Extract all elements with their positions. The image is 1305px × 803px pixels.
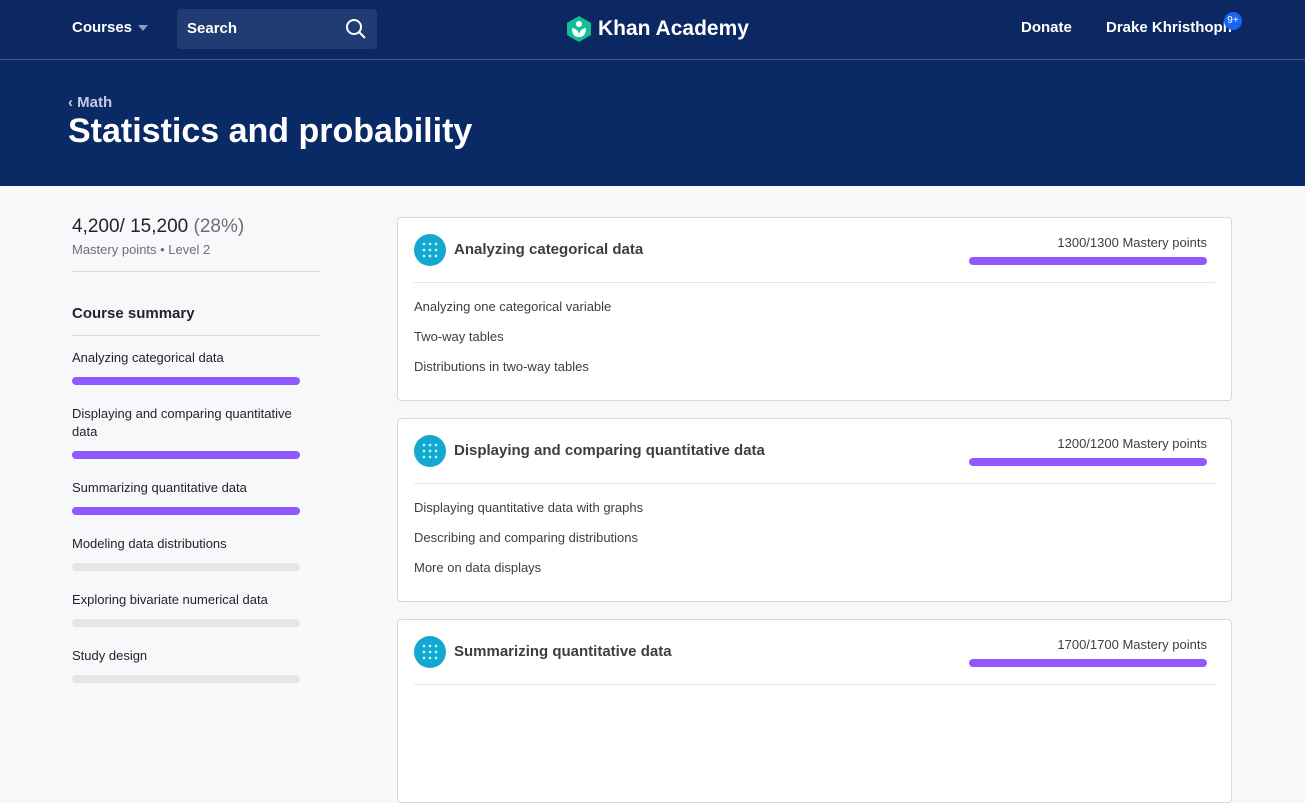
unit-mastery-points: 1300/1300 Mastery points xyxy=(1057,235,1207,250)
unit-icon xyxy=(414,435,446,467)
khan-academy-logo[interactable]: Khan Academy xyxy=(566,15,749,43)
unit-icon xyxy=(414,234,446,266)
mastery-percent: (28%) xyxy=(193,216,245,237)
sidebar: 4,200/ 15,200 (28%) Mastery points • Lev… xyxy=(72,216,320,703)
unit-progress-bar xyxy=(72,377,300,385)
mastery-level: Mastery points • Level 2 xyxy=(72,242,320,272)
unit-title[interactable]: Analyzing categorical data xyxy=(454,241,643,258)
search-icon[interactable] xyxy=(345,18,367,40)
unit-progress-bar xyxy=(969,659,1207,667)
unit-progress-bar xyxy=(72,675,300,683)
top-nav: Courses Search Khan Academy Donate Drake… xyxy=(0,0,1305,60)
user-menu[interactable]: Drake Khristhoph xyxy=(1106,19,1232,36)
unit-mastery-points: 1700/1700 Mastery points xyxy=(1057,637,1207,652)
lesson-link[interactable]: Distributions in two-way tables xyxy=(414,359,1215,389)
unit-mastery-points: 1200/1200 Mastery points xyxy=(1057,436,1207,451)
search-placeholder: Search xyxy=(187,20,238,37)
unit-progress-bar xyxy=(72,507,300,515)
unit-title[interactable]: Summarizing quantitative data xyxy=(454,643,672,660)
lesson-link[interactable]: Two-way tables xyxy=(414,329,1215,359)
unit-card: Summarizing quantitative data 1700/1700 M… xyxy=(397,619,1232,803)
hero: ‹ Math Statistics and probability xyxy=(0,60,1305,186)
unit-card: Displaying and comparing quantitative da… xyxy=(397,418,1232,602)
unit-card: Analyzing categorical data 1300/1300 Mast… xyxy=(397,217,1232,401)
lesson-link[interactable]: More on data displays xyxy=(414,560,1215,590)
lesson-link[interactable]: Displaying quantitative data with graphs xyxy=(414,500,1215,530)
lesson-link[interactable]: Describing and comparing distributions xyxy=(414,530,1215,560)
unit-progress-bar xyxy=(72,451,300,459)
sidebar-unit-link[interactable]: Modeling data distributions xyxy=(72,535,312,553)
course-summary-title: Course summary xyxy=(72,305,320,336)
courses-label: Courses xyxy=(72,19,133,36)
breadcrumb-label: Math xyxy=(77,94,113,111)
unit-icon xyxy=(414,636,446,668)
breadcrumb-back-link[interactable]: ‹ Math xyxy=(68,94,112,111)
sidebar-unit-link[interactable]: Displaying and comparing quantitative da… xyxy=(72,405,312,441)
sidebar-unit-link[interactable]: Study design xyxy=(72,647,312,665)
sidebar-unit-link[interactable]: Summarizing quantitative data xyxy=(72,479,312,497)
logo-text: Khan Academy xyxy=(598,17,749,40)
courses-menu[interactable]: Courses xyxy=(72,19,149,36)
chevron-down-icon xyxy=(138,25,149,32)
mastery-points: 4,200/ 15,200 xyxy=(72,216,189,237)
unit-title[interactable]: Displaying and comparing quantitative da… xyxy=(454,442,765,459)
search-input[interactable]: Search xyxy=(177,9,377,49)
lesson-link[interactable]: Analyzing one categorical variable xyxy=(414,299,1215,329)
unit-progress-bar xyxy=(72,563,300,571)
unit-progress-bar xyxy=(969,458,1207,466)
page-title: Statistics and probability xyxy=(68,112,473,150)
notification-badge[interactable]: 9+ xyxy=(1224,12,1242,30)
donate-link[interactable]: Donate xyxy=(1021,19,1072,36)
sidebar-unit-link[interactable]: Analyzing categorical data xyxy=(72,349,312,367)
sidebar-unit-link[interactable]: Exploring bivariate numerical data xyxy=(72,591,312,609)
unit-progress-bar xyxy=(969,257,1207,265)
unit-progress-bar xyxy=(72,619,300,627)
leaf-logo-icon xyxy=(567,16,591,42)
